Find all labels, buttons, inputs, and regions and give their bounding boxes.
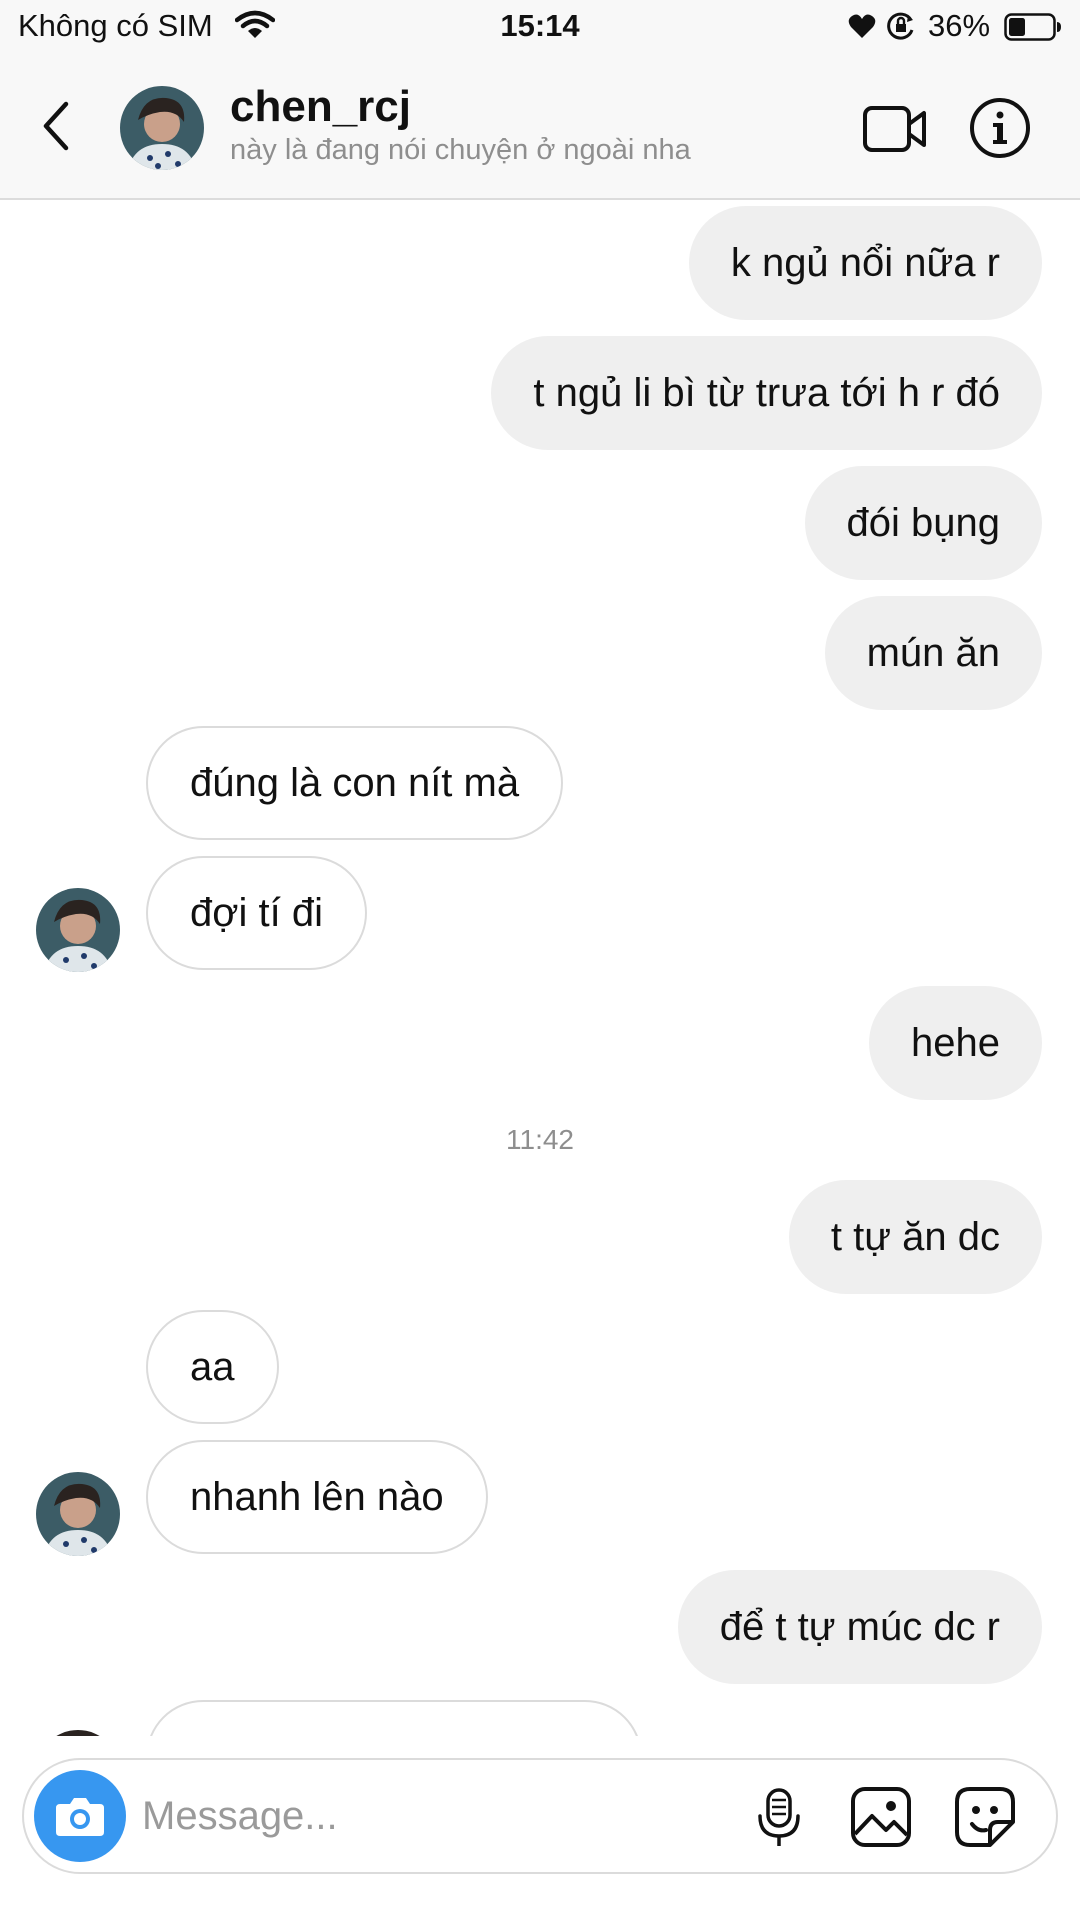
- gallery-icon[interactable]: [850, 1786, 912, 1848]
- message-bubble-outgoing[interactable]: để t tự múc dc r: [677, 1570, 1042, 1684]
- camera-icon: [56, 1798, 104, 1836]
- avatar[interactable]: [120, 86, 204, 170]
- info-icon[interactable]: [968, 96, 1032, 160]
- message-bubble-incoming[interactable]: đúng là con nít mà: [146, 726, 564, 840]
- battery-icon: [1004, 13, 1061, 41]
- clock: 15:14: [500, 8, 580, 43]
- chat-header: chen_rcj này là đang nói chuyện ở ngoài …: [0, 58, 1080, 200]
- back-icon[interactable]: [36, 98, 76, 154]
- message-bubble-outgoing[interactable]: đói bụng: [804, 466, 1042, 580]
- heart-icon: [848, 14, 876, 38]
- rotation-lock-icon: [887, 12, 914, 40]
- message-bubble-outgoing[interactable]: mún ăn: [824, 596, 1042, 710]
- contact-username[interactable]: chen_rcj: [230, 82, 411, 132]
- message-bubble-incoming[interactable]: nhanh lên nào: [146, 1440, 488, 1554]
- avatar[interactable]: [36, 888, 120, 972]
- video-call-icon[interactable]: [862, 102, 928, 156]
- microphone-icon[interactable]: [754, 1786, 804, 1850]
- avatar-partial[interactable]: [36, 1730, 120, 1736]
- contact-status: này là đang nói chuyện ở ngoài nha: [230, 134, 691, 166]
- message-bubble-incoming[interactable]: đợi tí đi: [146, 856, 367, 970]
- message-bubble-outgoing[interactable]: t ngủ li bì từ trưa tới h r đó: [491, 336, 1042, 450]
- battery-percent: 36%: [928, 8, 991, 43]
- message-bubble-incoming-partial[interactable]: [146, 1700, 642, 1736]
- message-bubble-incoming[interactable]: aa: [146, 1310, 279, 1424]
- message-timestamp: 11:42: [506, 1124, 574, 1155]
- status-bar: Không có SIM 15:14 36%: [0, 0, 1080, 58]
- message-bubble-outgoing[interactable]: t tự ăn dc: [788, 1180, 1042, 1294]
- sticker-icon[interactable]: [954, 1786, 1016, 1848]
- message-bubble-outgoing[interactable]: hehe: [869, 986, 1042, 1100]
- message-input[interactable]: [142, 1784, 682, 1848]
- message-composer: [22, 1758, 1058, 1874]
- message-thread[interactable]: k ngủ nổi nữa r t ngủ li bì từ trưa tới …: [0, 200, 1080, 1736]
- avatar[interactable]: [36, 1472, 120, 1556]
- camera-button[interactable]: [34, 1770, 126, 1862]
- message-bubble-outgoing[interactable]: k ngủ nổi nữa r: [688, 206, 1042, 320]
